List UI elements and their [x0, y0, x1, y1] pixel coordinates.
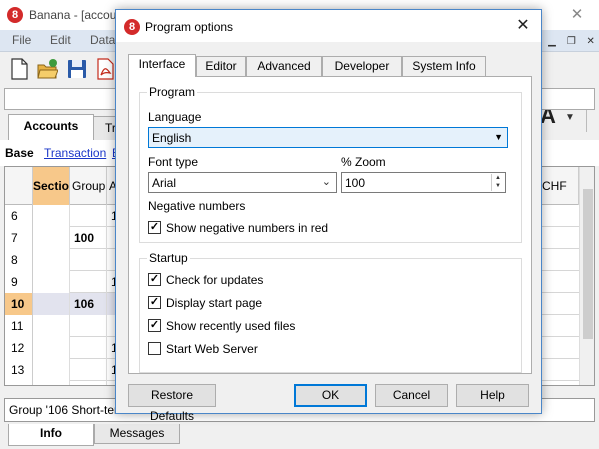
font-type-select[interactable]: Arial ⌄: [148, 172, 337, 193]
mdi-restore-icon[interactable]: ❐: [563, 36, 579, 47]
main-close-icon[interactable]: ✕: [562, 4, 592, 26]
menu-file[interactable]: File: [12, 33, 31, 47]
program-group-title: Program: [147, 85, 198, 99]
section-cell[interactable]: [33, 315, 70, 337]
grid-header-chf[interactable]: CHF: [539, 167, 579, 205]
language-select[interactable]: English ▼: [148, 127, 508, 148]
dialog-close-icon[interactable]: ✕: [508, 15, 538, 37]
bottom-tabs: Info Messages: [0, 424, 599, 449]
group-cell[interactable]: [70, 359, 107, 381]
checkbox-icon[interactable]: ✓: [148, 273, 161, 286]
restore-defaults-button[interactable]: Restore Defaults: [128, 384, 216, 423]
check-updates-label: Check for updates: [166, 273, 264, 287]
grid-header-section[interactable]: Section: [33, 167, 70, 205]
row-number[interactable]: 8: [5, 249, 33, 271]
dialog-title: Program options: [145, 20, 234, 34]
spin-arrows-icon[interactable]: ▲ ▼: [491, 174, 504, 191]
tab-messages[interactable]: Messages: [94, 424, 180, 444]
banana-logo-icon: 8: [7, 7, 23, 23]
tab-developer[interactable]: Developer: [322, 56, 402, 76]
tab-advanced[interactable]: Advanced: [246, 56, 322, 76]
grid-header-rownum: [5, 167, 33, 205]
start-web-server-label: Start Web Server: [166, 342, 258, 356]
section-cell[interactable]: [33, 205, 70, 227]
language-value: English: [152, 131, 192, 145]
open-folder-icon[interactable]: [36, 57, 58, 81]
group-cell[interactable]: [70, 337, 107, 359]
group-cell[interactable]: [70, 205, 107, 227]
row-number[interactable]: 12: [5, 337, 33, 359]
mdi-minimize-icon[interactable]: ▁: [544, 36, 560, 47]
section-cell[interactable]: [33, 293, 70, 315]
zoom-spinbox[interactable]: 100 ▲ ▼: [341, 172, 506, 193]
section-cell[interactable]: [33, 381, 70, 385]
program-options-dialog: 8 Program options ✕ Interface Editor Adv…: [115, 9, 542, 423]
section-cell[interactable]: [33, 337, 70, 359]
tab-interface[interactable]: Interface: [128, 54, 196, 77]
grid-vertical-scrollbar[interactable]: [579, 167, 594, 385]
zoom-label: % Zoom: [341, 155, 386, 169]
group-cell[interactable]: [70, 271, 107, 293]
row-number[interactable]: 6: [5, 205, 33, 227]
checkbox-icon[interactable]: ✓: [148, 296, 161, 309]
startup-group-title: Startup: [147, 251, 190, 265]
tab-accounts[interactable]: Accounts: [8, 114, 94, 140]
group-cell[interactable]: [70, 381, 107, 385]
checkbox-icon[interactable]: [148, 342, 161, 355]
section-cell[interactable]: [33, 249, 70, 271]
new-file-icon[interactable]: [8, 57, 30, 81]
main-window-title: Banana - [accou: [29, 8, 117, 22]
group-cell[interactable]: [70, 249, 107, 271]
group-cell[interactable]: [70, 315, 107, 337]
show-recent-files-label: Show recently used files: [166, 319, 296, 333]
group-cell[interactable]: 106: [70, 293, 107, 315]
save-icon[interactable]: [66, 57, 88, 81]
section-cell[interactable]: [33, 271, 70, 293]
language-label: Language: [148, 110, 202, 124]
tab-editor[interactable]: Editor: [196, 56, 246, 76]
group-cell[interactable]: 100: [70, 227, 107, 249]
negative-numbers-label: Negative numbers: [148, 199, 246, 213]
dialog-tabs: Interface Editor Advanced Developer Syst…: [128, 54, 532, 77]
display-start-page-label: Display start page: [166, 296, 263, 310]
zoom-value: 100: [345, 176, 366, 190]
startup-group: Startup ✓ Check for updates ✓ Display st…: [139, 251, 522, 373]
pdf-icon[interactable]: [94, 57, 116, 81]
row-number[interactable]: 10: [5, 293, 33, 315]
font-type-label: Font type: [148, 155, 199, 169]
row-number[interactable]: 11: [5, 315, 33, 337]
mdi-close-icon[interactable]: ✕: [583, 36, 599, 47]
dropdown-arrow-icon: ▼: [494, 132, 503, 142]
program-group: Program Language English ▼ Font type Ari…: [139, 85, 522, 243]
menu-data[interactable]: Data: [90, 33, 115, 47]
ok-button[interactable]: OK: [294, 384, 367, 407]
section-cell[interactable]: [33, 359, 70, 381]
help-button[interactable]: Help: [456, 384, 529, 407]
grid-header-group[interactable]: Group: [70, 167, 107, 205]
scrollbar-thumb[interactable]: [583, 189, 593, 339]
row-number[interactable]: 7: [5, 227, 33, 249]
tab-info[interactable]: Info: [8, 424, 94, 446]
cancel-button[interactable]: Cancel: [375, 384, 448, 407]
checkbox-icon[interactable]: ✓: [148, 221, 161, 234]
view-base[interactable]: Base: [5, 146, 34, 160]
section-cell[interactable]: [33, 227, 70, 249]
row-number[interactable]: 1: [5, 381, 33, 385]
chevron-down-icon: ⌄: [321, 176, 331, 188]
view-transaction[interactable]: Transaction: [44, 146, 106, 160]
row-number[interactable]: 9: [5, 271, 33, 293]
banana-logo-icon: 8: [124, 19, 140, 35]
show-negative-red-label: Show negative numbers in red: [166, 221, 329, 235]
row-number[interactable]: 13: [5, 359, 33, 381]
interface-panel: Program Language English ▼ Font type Ari…: [128, 76, 532, 374]
dialog-title-bar: 8 Program options ✕: [116, 10, 541, 42]
menu-edit[interactable]: Edit: [50, 33, 71, 47]
mdi-window-controls: ▁ ❐ ✕: [544, 33, 599, 47]
font-type-value: Arial: [152, 176, 177, 190]
checkbox-icon[interactable]: ✓: [148, 319, 161, 332]
tab-system-info[interactable]: System Info: [402, 56, 486, 76]
